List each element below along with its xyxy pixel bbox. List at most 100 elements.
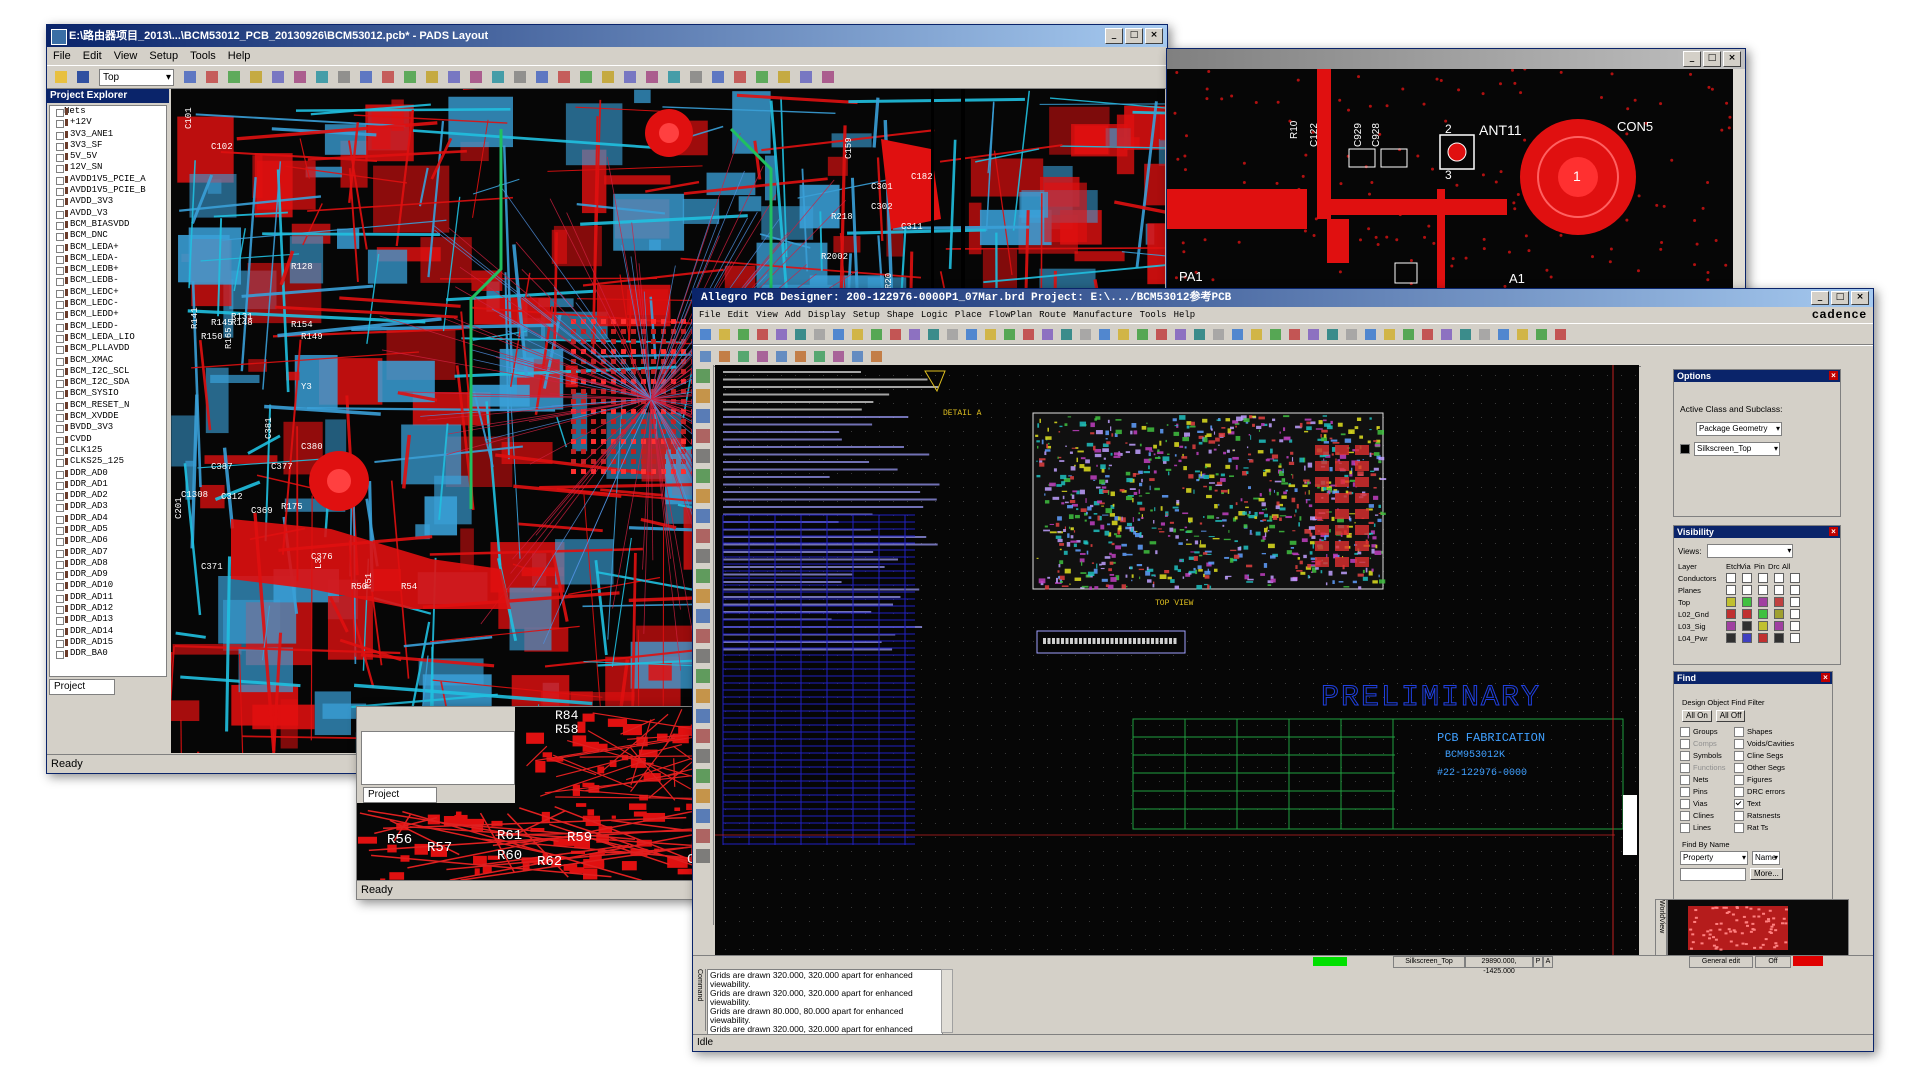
- v-grid-icon[interactable]: [696, 809, 710, 823]
- net-tree-item[interactable]: AVDD_3V3: [50, 196, 166, 208]
- plot-icon[interactable]: [752, 67, 772, 87]
- net-tree-item[interactable]: 3V3_ANE1: [50, 129, 166, 140]
- net-tree-item[interactable]: DDR_AD15: [50, 637, 166, 649]
- rotate-icon[interactable]: [356, 67, 376, 87]
- route-icon[interactable]: [268, 67, 288, 87]
- v-line-icon[interactable]: [696, 409, 710, 423]
- net-tree-item[interactable]: BCM_LEDB-: [50, 275, 166, 287]
- dimension-icon[interactable]: [1457, 326, 1474, 343]
- net-tree-item[interactable]: BCM_LEDB+: [50, 264, 166, 276]
- library-icon[interactable]: [796, 67, 816, 87]
- menu-setup[interactable]: Setup: [149, 47, 178, 65]
- net-tree-item[interactable]: +12V: [50, 117, 166, 129]
- group-icon[interactable]: [868, 348, 885, 365]
- v-slide-icon[interactable]: [696, 689, 710, 703]
- pan-icon[interactable]: [246, 67, 266, 87]
- mirror-icon[interactable]: [735, 348, 752, 365]
- allegro-canvas[interactable]: DETAIL A TOP VIEW PRELIMINARY PCB FABRICATI…: [715, 365, 1639, 955]
- highlight-icon[interactable]: [1058, 326, 1075, 343]
- net-icon[interactable]: [664, 67, 684, 87]
- rf-pcb-canvas[interactable]: ANT11 CON5 C929 C928 R10 C122 2 3 1 A1 PA1: [1167, 69, 1733, 295]
- save-icon[interactable]: [735, 326, 752, 343]
- redraw-icon[interactable]: [982, 326, 999, 343]
- explorer-tab-project[interactable]: Project: [49, 679, 115, 695]
- circle-icon[interactable]: [1419, 326, 1436, 343]
- net-tree-item[interactable]: DDR_AD10: [50, 580, 166, 592]
- rf-minimize-button[interactable]: _: [1683, 51, 1701, 67]
- maximize-button[interactable]: □: [1125, 28, 1143, 44]
- net-tree-item[interactable]: AVDD_V3: [50, 208, 166, 219]
- redo-icon[interactable]: [830, 326, 847, 343]
- v-via-icon[interactable]: [696, 649, 710, 663]
- layer-icon[interactable]: [466, 67, 486, 87]
- plane-icon[interactable]: [576, 67, 596, 87]
- drc-icon[interactable]: [1476, 326, 1493, 343]
- help-icon[interactable]: [818, 67, 838, 87]
- allegro-maximize-button[interactable]: □: [1831, 291, 1849, 305]
- assign-color-icon[interactable]: [1096, 326, 1113, 343]
- swap-icon[interactable]: [754, 348, 771, 365]
- rf-close-button[interactable]: ×: [1723, 51, 1741, 67]
- constraint-icon[interactable]: [1172, 326, 1189, 343]
- layer-select[interactable]: Top ▾: [99, 68, 174, 86]
- net-tree-item[interactable]: DDR_AD4: [50, 513, 166, 524]
- drc-icon[interactable]: [422, 67, 442, 87]
- v-shape-icon[interactable]: [696, 609, 710, 623]
- allegro-menu-setup[interactable]: Setup: [853, 307, 880, 323]
- net-tree-item[interactable]: DDR_AD7: [50, 547, 166, 558]
- undo-icon[interactable]: [180, 67, 200, 87]
- net-tree-item[interactable]: BCM_LEDC-: [50, 298, 166, 310]
- trace-icon[interactable]: [532, 67, 552, 87]
- allegro-menu-view[interactable]: View: [756, 307, 778, 323]
- allegro-close-button[interactable]: ×: [1851, 291, 1869, 305]
- net-tree-item[interactable]: BCM_XMAC: [50, 355, 166, 366]
- lines-icon[interactable]: [1381, 326, 1398, 343]
- via-icon[interactable]: [1305, 326, 1322, 343]
- print-icon[interactable]: [730, 67, 750, 87]
- net-tree-item[interactable]: DDR_AD8: [50, 558, 166, 570]
- room-icon[interactable]: [849, 348, 866, 365]
- cut-icon[interactable]: [754, 326, 771, 343]
- net-tree-item[interactable]: AVDD1V5_PCIE_A: [50, 174, 166, 186]
- zoom-out-icon[interactable]: [944, 326, 961, 343]
- allegro-minimize-button[interactable]: _: [1811, 291, 1829, 305]
- menu-edit[interactable]: Edit: [83, 47, 102, 65]
- v-rect-icon[interactable]: [696, 449, 710, 463]
- allegro-menu-tools[interactable]: Tools: [1140, 307, 1167, 323]
- net-tree-item[interactable]: BCM_SYSIO: [50, 388, 166, 400]
- pick-icon[interactable]: [697, 348, 714, 365]
- allegro-menu-manufacture[interactable]: Manufacture: [1073, 307, 1132, 323]
- skill-icon[interactable]: [1552, 326, 1569, 343]
- slide-icon[interactable]: [1210, 326, 1227, 343]
- arc-icon[interactable]: [1438, 326, 1455, 343]
- net-tree-item[interactable]: BCM_LEDA+: [50, 242, 166, 253]
- ncdrill-icon[interactable]: [1533, 326, 1550, 343]
- net-tree-item[interactable]: BCM_I2C_SCL: [50, 366, 166, 378]
- unplace-icon[interactable]: [830, 348, 847, 365]
- zoom-fit-icon[interactable]: [906, 326, 923, 343]
- allegro-menu-edit[interactable]: Edit: [728, 307, 750, 323]
- v-tune-icon[interactable]: [696, 709, 710, 723]
- redo-icon[interactable]: [202, 67, 222, 87]
- grid-icon[interactable]: [488, 67, 508, 87]
- via-icon[interactable]: [290, 67, 310, 87]
- v-add-icon[interactable]: [696, 389, 710, 403]
- color-icon[interactable]: [1039, 326, 1056, 343]
- allegro-menu-display[interactable]: Display: [808, 307, 846, 323]
- allegro-menu-help[interactable]: Help: [1174, 307, 1196, 323]
- v-measure-icon[interactable]: [696, 769, 710, 783]
- copy-icon[interactable]: [773, 326, 790, 343]
- close-button[interactable]: ×: [1145, 28, 1163, 44]
- menu-tools[interactable]: Tools: [190, 47, 216, 65]
- menu-view[interactable]: View: [114, 47, 138, 65]
- undo-icon[interactable]: [811, 326, 828, 343]
- v-text-icon[interactable]: [696, 489, 710, 503]
- component-icon[interactable]: [642, 67, 662, 87]
- net-tree-item[interactable]: CVDD: [50, 434, 166, 445]
- net-tree-item[interactable]: 12V_SN: [50, 162, 166, 174]
- net-tree-item[interactable]: 5V_5V: [50, 151, 166, 163]
- net-tree[interactable]: Nets +12V 3V3_ANE1 3V3_SF 5V_5V 12V_SN AVDD1V…: [49, 105, 167, 677]
- v-snap-icon[interactable]: [696, 789, 710, 803]
- net-tree-item[interactable]: BCM_DNC: [50, 230, 166, 242]
- allegro-menu-flowplan[interactable]: FlowPlan: [989, 307, 1032, 323]
